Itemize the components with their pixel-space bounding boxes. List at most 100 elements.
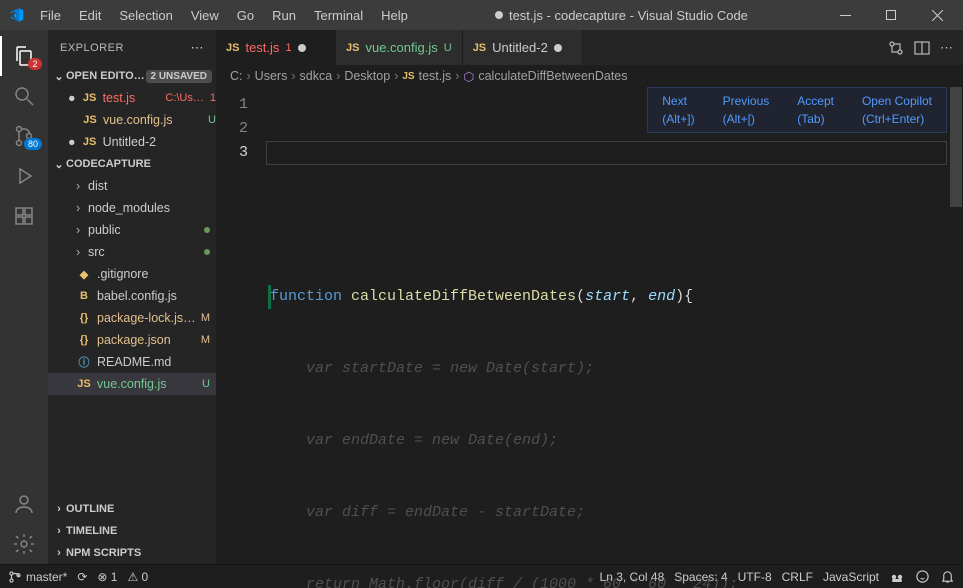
file-item[interactable]: {}package-lock.jsonM [48, 307, 216, 329]
file-icon: ◆ [76, 268, 92, 281]
window-title-text: test.js - codecapture - Visual Studio Co… [509, 8, 748, 23]
folder-item[interactable]: ›dist [48, 175, 216, 197]
errors-item[interactable]: ⊗ 1 [97, 570, 117, 584]
chevron-down-icon: ⌄ [52, 70, 66, 83]
folder-header[interactable]: ⌄ CODECAPTURE [48, 153, 216, 175]
file-item[interactable]: JSvue.config.jsU [48, 373, 216, 395]
hint-shortcut: (Alt+[) [723, 108, 770, 126]
window-title: test.js - codecapture - Visual Studio Co… [416, 8, 827, 23]
timeline-header[interactable]: ›TIMELINE [48, 520, 216, 542]
scrollbar-thumb[interactable] [950, 87, 962, 207]
folder-label: src [88, 245, 204, 259]
chevron-right-icon: › [52, 503, 66, 515]
hint-label: Next [662, 94, 687, 108]
breadcrumb[interactable]: C:› Users› sdkca› Desktop› JS test.js› ⬡… [216, 65, 963, 87]
scrollbar-vertical[interactable] [949, 87, 963, 564]
file-label: test.js [103, 91, 162, 105]
split-editor-icon[interactable] [914, 40, 930, 56]
file-label: package.json [97, 333, 197, 347]
file-suffix: M [201, 312, 210, 324]
copilot-hint[interactable]: Previous(Alt+[) [709, 88, 784, 132]
menu-selection[interactable]: Selection [111, 4, 180, 27]
copilot-hint[interactable]: Accept(Tab) [783, 88, 848, 132]
menu-go[interactable]: Go [229, 4, 262, 27]
file-label: Untitled-2 [103, 135, 216, 149]
more-actions-icon[interactable]: ⋯ [940, 40, 953, 56]
chevron-right-icon: › [76, 223, 88, 237]
open-editor-item[interactable]: ●JStest.jsC:\Us…1 [48, 87, 216, 109]
file-suffix: C:\Us… [165, 92, 204, 104]
activity-scm[interactable]: 80 [0, 116, 48, 156]
tab-suffix: 1 [285, 42, 291, 54]
copilot-hint[interactable]: Open Copilot(Ctrl+Enter) [848, 88, 946, 132]
folder-item[interactable]: ›node_modules [48, 197, 216, 219]
activity-extensions[interactable] [0, 196, 48, 236]
dirty-dot-icon [298, 44, 306, 52]
file-icon: JS [346, 42, 359, 54]
editor-content[interactable]: 1 2 3 function calculateDiffBetweenDates… [216, 87, 963, 564]
file-label: babel.config.js [97, 289, 216, 303]
menu-help[interactable]: Help [373, 4, 416, 27]
branch-item[interactable]: master* [8, 570, 67, 584]
maximize-button[interactable] [873, 0, 909, 30]
file-icon: JS [82, 92, 98, 104]
outline-header[interactable]: ›OUTLINE [48, 498, 216, 520]
activity-account[interactable] [0, 484, 48, 524]
tab-label: Untitled-2 [492, 40, 548, 55]
code-body[interactable]: function calculateDiffBetweenDates(start… [270, 93, 963, 588]
minimize-button[interactable] [827, 0, 863, 30]
method-icon: ⬡ [463, 69, 474, 84]
file-icon: {} [76, 312, 92, 324]
file-label: .gitignore [97, 267, 216, 281]
menu-file[interactable]: File [32, 4, 69, 27]
open-editors-label: OPEN EDITO… [66, 70, 145, 82]
dirty-indicator-icon [495, 11, 503, 19]
file-suffix: U [208, 114, 216, 126]
modified-dot-icon [204, 249, 210, 255]
file-icon: ⓘ [76, 354, 92, 370]
explorer-badge: 2 [28, 58, 42, 70]
menu-run[interactable]: Run [264, 4, 304, 27]
tab-suffix: U [444, 42, 452, 54]
file-icon: JS [82, 136, 98, 148]
activity-bar: 2 80 [0, 30, 48, 564]
menu-bar: File Edit Selection View Go Run Terminal… [32, 4, 416, 27]
tab-label: vue.config.js [365, 40, 437, 55]
open-editor-item[interactable]: JSvue.config.jsU [48, 109, 216, 131]
js-file-icon: JS [402, 71, 414, 82]
close-button[interactable] [919, 0, 955, 30]
menu-terminal[interactable]: Terminal [306, 4, 371, 27]
folder-label: dist [88, 179, 216, 193]
folder-item[interactable]: ›src [48, 241, 216, 263]
activity-debug[interactable] [0, 156, 48, 196]
sidebar-more-icon[interactable]: ⋯ [191, 40, 205, 56]
folder-item[interactable]: ›public [48, 219, 216, 241]
menu-view[interactable]: View [183, 4, 227, 27]
sidebar-header: EXPLORER ⋯ [48, 30, 216, 65]
editor-tab[interactable]: JStest.js1 [216, 30, 336, 65]
hint-label: Accept [797, 94, 834, 108]
file-item[interactable]: {}package.jsonM [48, 329, 216, 351]
editor-tab[interactable]: JSUntitled-2 [463, 30, 583, 65]
copilot-hint[interactable]: Next(Alt+]) [648, 88, 708, 132]
npm-scripts-header[interactable]: ›NPM SCRIPTS [48, 542, 216, 564]
sync-item[interactable]: ⟳ [77, 570, 87, 584]
activity-settings[interactable] [0, 524, 48, 564]
activity-search[interactable] [0, 76, 48, 116]
open-editor-item[interactable]: ●JSUntitled-2 [48, 131, 216, 153]
file-item[interactable]: ◆ .gitignore [48, 263, 216, 285]
activity-explorer[interactable]: 2 [0, 36, 48, 76]
file-item[interactable]: Bbabel.config.js [48, 285, 216, 307]
unsaved-count-badge: 2 UNSAVED [146, 70, 213, 83]
file-item[interactable]: ⓘREADME.md [48, 351, 216, 373]
editor-tab[interactable]: JS vue.config.js U [336, 30, 463, 65]
compare-changes-icon[interactable] [888, 40, 904, 56]
menu-edit[interactable]: Edit [71, 4, 109, 27]
file-tree: ›dist›node_modules›public›src◆.gitignore… [48, 175, 216, 395]
warnings-item[interactable]: ⚠ 0 [127, 570, 148, 584]
file-suffix: U [202, 378, 210, 390]
hint-shortcut: (Alt+]) [662, 108, 694, 126]
tab-bar: JStest.js1 JS vue.config.js U JSUntitled-2 ⋯ [216, 30, 963, 65]
chevron-right-icon: › [76, 179, 88, 193]
open-editors-header[interactable]: ⌄ OPEN EDITO… 2 UNSAVED [48, 65, 216, 87]
